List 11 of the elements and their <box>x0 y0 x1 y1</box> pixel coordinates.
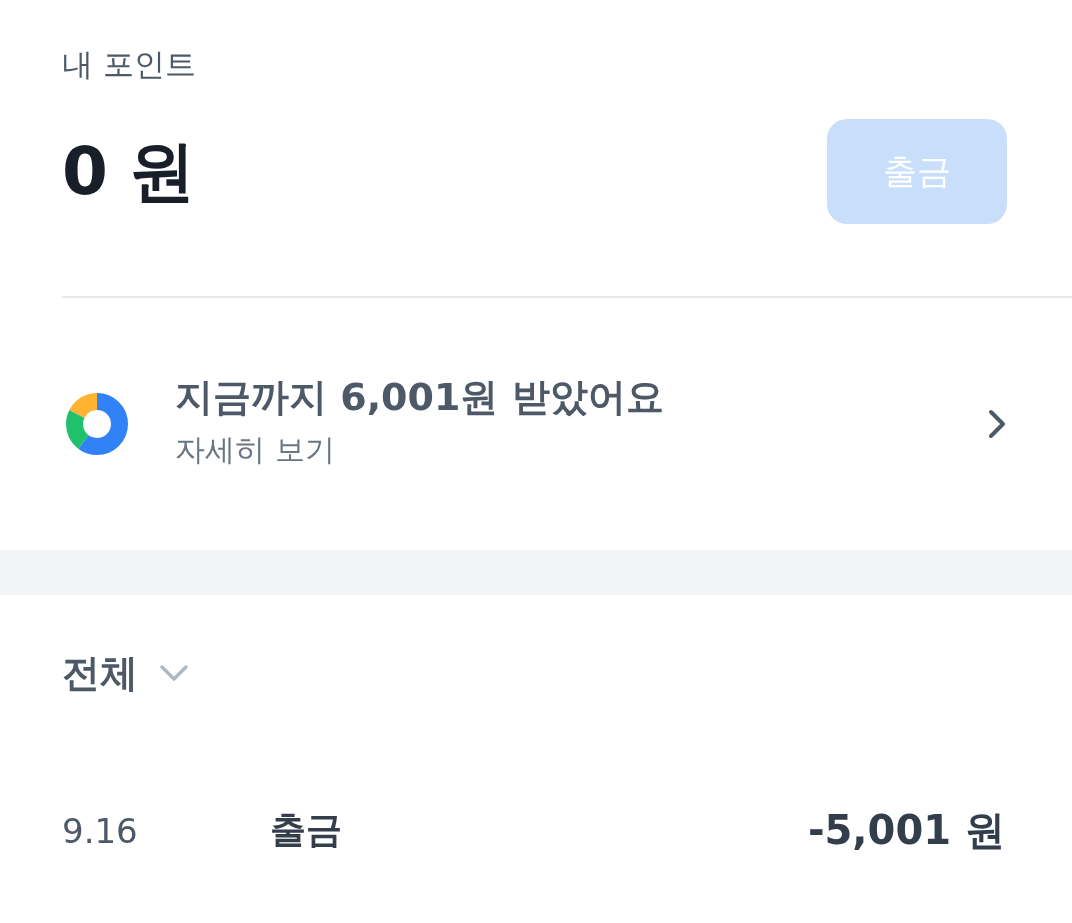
chevron-down-icon <box>160 665 188 681</box>
chevron-right-icon[interactable] <box>988 409 1006 439</box>
donut-chart-icon <box>66 393 128 455</box>
transaction-amount: -5,001 원 <box>807 806 1005 855</box>
points-label: 내 포인트 <box>62 45 196 84</box>
transaction-date: 9.16 <box>62 810 138 851</box>
transaction-type: 출금 <box>270 808 342 852</box>
filter-dropdown[interactable]: 전체 <box>62 648 188 698</box>
points-amount: 0 원 <box>62 131 194 212</box>
summary-title: 지금까지 6,001원 받았어요 <box>175 374 664 421</box>
details-link[interactable]: 자세히 보기 <box>175 430 335 470</box>
